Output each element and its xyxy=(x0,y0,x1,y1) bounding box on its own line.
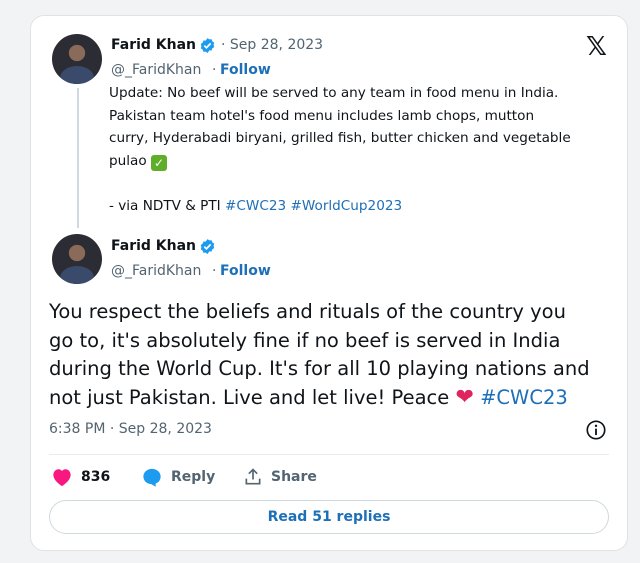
quoted-line: curry, Hyderabadi biryani, grilled fish,… xyxy=(109,130,571,146)
verified-icon xyxy=(200,38,215,53)
like-count: 836 xyxy=(81,469,111,485)
separator-dot: · xyxy=(212,62,217,78)
tweet-text: You respect the beliefs and rituals of t… xyxy=(49,298,619,412)
follow-button[interactable]: Follow xyxy=(220,263,271,279)
quoted-tweet-text: Update: No beef will be served to any te… xyxy=(109,82,609,217)
author-name[interactable]: Farid Khan xyxy=(111,238,196,254)
post-date[interactable]: · Sep 28, 2023 xyxy=(221,37,323,53)
divider xyxy=(49,454,609,455)
reply-label: Reply xyxy=(171,469,216,485)
quoted-line: Pakistan team hotel's food menu includes… xyxy=(109,107,535,124)
quoted-line-text: pulao xyxy=(109,152,147,169)
tweet-line-text: not just Pakistan. Live and let live! Pe… xyxy=(49,385,450,409)
avatar[interactable] xyxy=(52,34,102,84)
hashtag-link[interactable]: #CWC23 #WorldCup2023 xyxy=(225,198,402,214)
read-replies-button[interactable]: Read 51 replies xyxy=(49,500,609,534)
x-logo-icon[interactable]: 𝕏 xyxy=(586,32,607,62)
quoted-line: Update: No beef will be served to any te… xyxy=(109,85,559,101)
separator-dot: · xyxy=(212,263,217,279)
share-icon xyxy=(245,468,261,485)
hashtag-link[interactable]: #CWC23 xyxy=(480,386,568,409)
author-handle[interactable]: @_FaridKhan xyxy=(111,62,201,78)
share-button[interactable]: Share xyxy=(243,467,317,487)
via-text: - via NDTV & PTI xyxy=(109,197,221,214)
author-name[interactable]: Farid Khan xyxy=(111,37,196,53)
heart-icon xyxy=(53,469,71,487)
quoted-source: - via NDTV & PTI #CWC23 #WorldCup2023 xyxy=(109,195,609,218)
thread-line xyxy=(77,88,79,228)
tweet-card: Farid Khan · Sep 28, 2023 @_FaridKhan · … xyxy=(30,15,628,551)
tweet-line: You respect the beliefs and rituals of t… xyxy=(49,300,566,323)
reply-button[interactable]: Reply xyxy=(141,467,215,487)
tweet-line: go to, it's absolutely fine if no beef i… xyxy=(49,328,561,352)
follow-button[interactable]: Follow xyxy=(220,62,271,78)
quoted-line: pulao ✓ xyxy=(109,150,609,173)
like-button[interactable]: 836 xyxy=(51,467,110,487)
tweet-timestamp[interactable]: 6:38 PM · Sep 28, 2023 xyxy=(49,421,212,437)
avatar[interactable] xyxy=(52,234,102,284)
info-icon[interactable] xyxy=(585,419,607,441)
verified-icon xyxy=(200,239,215,254)
reply-icon xyxy=(143,468,161,487)
tweet-line: during the World Cup. It's for all 10 pl… xyxy=(49,357,590,380)
heart-emoji-icon: ❤ xyxy=(455,384,474,410)
author-handle[interactable]: @_FaridKhan xyxy=(111,263,201,279)
check-emoji-icon: ✓ xyxy=(151,154,167,171)
tweet-line: not just Pakistan. Live and let live! Pe… xyxy=(49,384,619,413)
share-label: Share xyxy=(271,469,317,485)
